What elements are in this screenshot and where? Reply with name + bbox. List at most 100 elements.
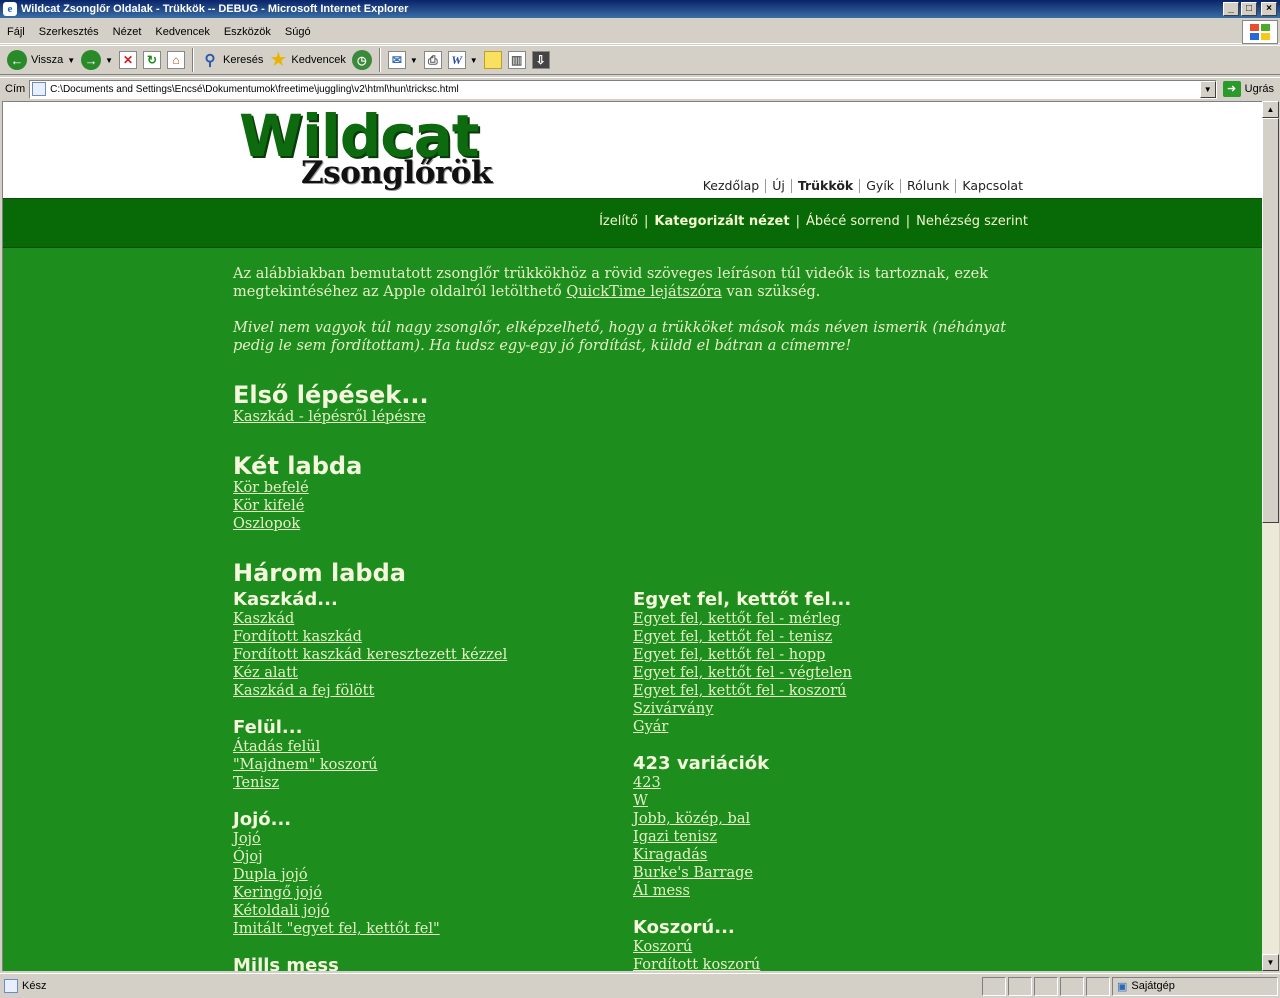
maximize-button[interactable]: □ — [1241, 2, 1257, 16]
go-arrow-icon: ➜ — [1222, 81, 1241, 97]
scroll-up-icon[interactable]: ▲ — [1262, 101, 1279, 118]
trick-link[interactable]: Ójoj — [233, 848, 613, 866]
toolbar-separator — [192, 48, 195, 72]
back-button[interactable]: ← Vissza ▼ — [4, 47, 78, 73]
trick-link[interactable]: Tenisz — [233, 774, 613, 792]
nav-new[interactable]: Új — [766, 178, 791, 193]
nav-home[interactable]: Kezdőlap — [697, 178, 765, 193]
nav-contact[interactable]: Kapcsolat — [956, 178, 1029, 193]
printer-icon: ⎙ — [423, 51, 442, 69]
sub-navigation-bar: Ízelítő | Kategorizált nézet | Ábécé sorre… — [3, 199, 1262, 248]
status-cell — [1008, 976, 1032, 996]
refresh-button[interactable]: ↻ — [140, 47, 164, 73]
print-button[interactable]: ⎙ — [421, 47, 445, 73]
quicktime-link[interactable]: QuickTime lejátszóra — [566, 284, 722, 300]
nav-faq[interactable]: Gyík — [860, 178, 900, 193]
stop-button[interactable]: ✕ — [116, 47, 140, 73]
trick-link[interactable]: Szivárvány — [633, 700, 1013, 718]
group-mills-mess: Mills mess — [233, 956, 613, 972]
page-icon — [32, 82, 47, 96]
trick-link[interactable]: Fordított kaszkád — [233, 628, 613, 646]
star-icon: ★ — [270, 50, 287, 69]
trick-link[interactable]: 423 — [633, 774, 1013, 792]
home-button[interactable]: ⌂ — [164, 47, 188, 73]
note-icon — [483, 51, 502, 69]
trick-link[interactable]: Kaszkád — [233, 610, 613, 628]
messenger-button[interactable]: ⇩ — [529, 47, 553, 73]
menu-tools[interactable]: Eszközök — [217, 26, 278, 38]
menu-bar: Fájl Szerkesztés Nézet Kedvencek Eszközö… — [0, 20, 1280, 44]
trick-link[interactable]: Egyet fel, kettőt fel - végtelen — [633, 664, 1013, 682]
trick-link[interactable]: Átadás felül — [233, 738, 613, 756]
trick-link[interactable]: Kör kifelé — [233, 497, 362, 515]
site-header: Wildcat Zsonglőrök Kezdőlap Új Trükkök G… — [3, 102, 1262, 199]
trick-link[interactable]: Egyet fel, kettőt fel - tenisz — [633, 628, 1013, 646]
mail-button[interactable]: ✉ ▼ — [385, 47, 421, 73]
trick-link[interactable]: "Majdnem" koszorú — [233, 756, 613, 774]
trick-link[interactable]: Igazi tenisz — [633, 828, 1013, 846]
trick-link[interactable]: Keringő jojó — [233, 884, 613, 902]
trick-link[interactable]: Koszorú — [633, 938, 1013, 956]
chevron-down-icon[interactable]: ▼ — [470, 56, 478, 65]
trick-link[interactable]: Egyet fel, kettőt fel - hopp — [633, 646, 1013, 664]
close-button[interactable]: × — [1261, 2, 1277, 16]
trick-link[interactable]: Fordított kaszkád keresztezett kézzel — [233, 646, 613, 664]
trick-link[interactable]: Imitált "egyet fel, kettőt fel" — [233, 920, 613, 938]
chevron-down-icon[interactable]: ▼ — [67, 56, 75, 65]
trick-link[interactable]: Kör befelé — [233, 479, 362, 497]
nav-tricks[interactable]: Trükkök — [792, 178, 859, 193]
trick-link[interactable]: Burke's Barrage — [633, 864, 1013, 882]
chevron-down-icon[interactable]: ▼ — [410, 56, 418, 65]
edit-button[interactable]: W ▼ — [445, 47, 481, 73]
trick-link[interactable]: Dupla jojó — [233, 866, 613, 884]
go-button[interactable]: ➜ Ugrás — [1217, 81, 1280, 97]
trick-link[interactable]: W — [633, 792, 1013, 810]
subnav-preview[interactable]: Ízelítő — [594, 214, 643, 229]
three-balls-left-column: Kaszkád... Kaszkád Fordított kaszkád For… — [233, 589, 613, 972]
discuss-button[interactable] — [481, 47, 505, 73]
trick-link[interactable]: Kaszkád a fej fölött — [233, 682, 613, 700]
page-viewport: Wildcat Zsonglőrök Kezdőlap Új Trükkök G… — [2, 101, 1262, 971]
trick-link[interactable]: Jobb, közép, bal — [633, 810, 1013, 828]
subnav-categorized[interactable]: Kategorizált nézet — [649, 214, 794, 229]
trick-link[interactable]: Gyár — [633, 718, 1013, 736]
history-button[interactable]: ◷ — [349, 47, 375, 73]
scrollbar-thumb[interactable] — [1262, 118, 1279, 523]
subnav-difficulty[interactable]: Nehézség szerint — [911, 214, 1033, 229]
group-title: Kaszkád... — [233, 589, 338, 610]
standard-toolbar: ← Vissza ▼ → ▼ ✕ ↻ ⌂ ⚲ Keresés ★ Kedvenc… — [0, 45, 1280, 75]
chevron-down-icon[interactable]: ▼ — [105, 56, 113, 65]
trick-link[interactable]: Fordított koszorú — [633, 956, 1013, 971]
research-button[interactable]: ▥ — [505, 47, 529, 73]
intro-note: Mivel nem vagyok túl nagy zsonglőr, elké… — [233, 320, 1007, 354]
favorites-button[interactable]: ★ Kedvencek — [266, 47, 348, 73]
main-content: Az alábbiakban bemutatott zsonglőr trükk… — [233, 265, 1033, 971]
trick-link[interactable]: Ál mess — [633, 882, 1013, 900]
scroll-down-icon[interactable]: ▼ — [1262, 954, 1279, 971]
forward-button[interactable]: → ▼ — [78, 47, 116, 73]
trick-link[interactable]: Kiragadás — [633, 846, 1013, 864]
nav-about[interactable]: Rólunk — [901, 178, 955, 193]
subnav-alphabetical[interactable]: Ábécé sorrend — [801, 214, 905, 229]
address-input[interactable]: C:\Documents and Settings\Encsé\Dokument… — [29, 79, 1217, 99]
back-label: Vissza — [31, 54, 64, 66]
trick-link[interactable]: Kétoldali jojó — [233, 902, 613, 920]
address-dropdown-icon[interactable]: ▼ — [1199, 80, 1216, 98]
home-icon: ⌂ — [167, 51, 186, 69]
trick-link[interactable]: Jojó — [233, 830, 613, 848]
trick-link[interactable]: Kaszkád - lépésről lépésre — [233, 408, 429, 426]
menu-view[interactable]: Nézet — [106, 26, 149, 38]
vertical-scrollbar[interactable]: ▲ ▼ — [1262, 101, 1279, 971]
top-navigation: Kezdőlap Új Trükkök Gyík Rólunk Kapcsola… — [697, 178, 1029, 193]
trick-link[interactable]: Egyet fel, kettőt fel - mérleg — [633, 610, 1013, 628]
trick-link[interactable]: Kéz alatt — [233, 664, 613, 682]
trick-link[interactable]: Oszlopok — [233, 515, 362, 533]
trick-link[interactable]: Egyet fel, kettőt fel - koszorú — [633, 682, 1013, 700]
menu-help[interactable]: Súgó — [278, 26, 318, 38]
minimize-button[interactable]: _ — [1223, 2, 1239, 16]
menu-file[interactable]: Fájl — [0, 26, 32, 38]
security-zone: ▣ Sajátgép — [1112, 976, 1278, 996]
search-button[interactable]: ⚲ Keresés — [198, 47, 266, 73]
menu-edit[interactable]: Szerkesztés — [32, 26, 106, 38]
menu-favorites[interactable]: Kedvencek — [148, 26, 216, 38]
